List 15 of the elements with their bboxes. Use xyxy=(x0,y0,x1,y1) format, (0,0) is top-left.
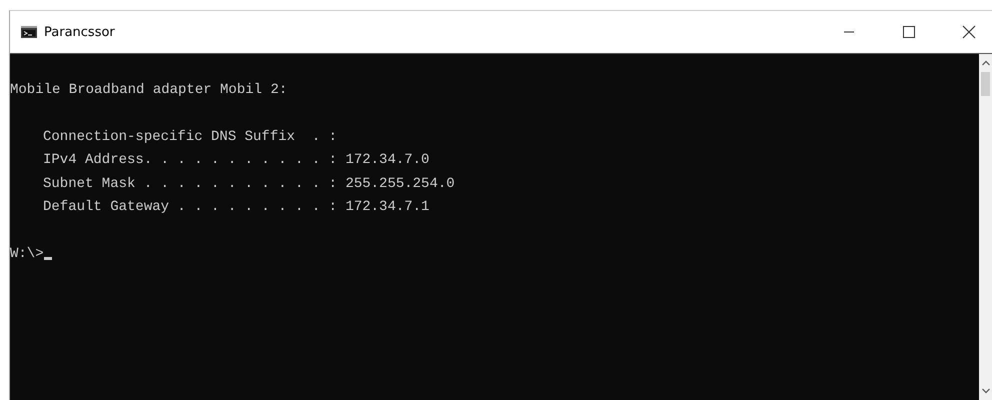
close-icon xyxy=(962,25,976,39)
console-line: IPv4 Address. . . . . . . . . . . : 172.34.7.0 xyxy=(43,152,430,168)
console-line: Mobile Broadband adapter Mobil 2: xyxy=(10,81,288,100)
vertical-scrollbar[interactable] xyxy=(979,54,992,400)
text-cursor xyxy=(44,256,52,260)
window-title: Parancssor xyxy=(44,24,115,40)
console-line: Subnet Mask . . . . . . . . . . . : 255.255.254.0 xyxy=(43,176,455,192)
command-prompt: W:\> xyxy=(10,244,44,264)
maximize-icon xyxy=(903,26,915,38)
scroll-up-icon[interactable] xyxy=(982,60,990,66)
console-app-icon xyxy=(21,26,37,38)
console-line: Default Gateway . . . . . . . . . : 172.34.7.1 xyxy=(43,198,430,215)
scroll-down-icon[interactable] xyxy=(982,388,990,394)
scrollbar-thumb[interactable] xyxy=(981,72,990,96)
console-line: Connection-specific DNS Suffix . : xyxy=(43,128,338,145)
